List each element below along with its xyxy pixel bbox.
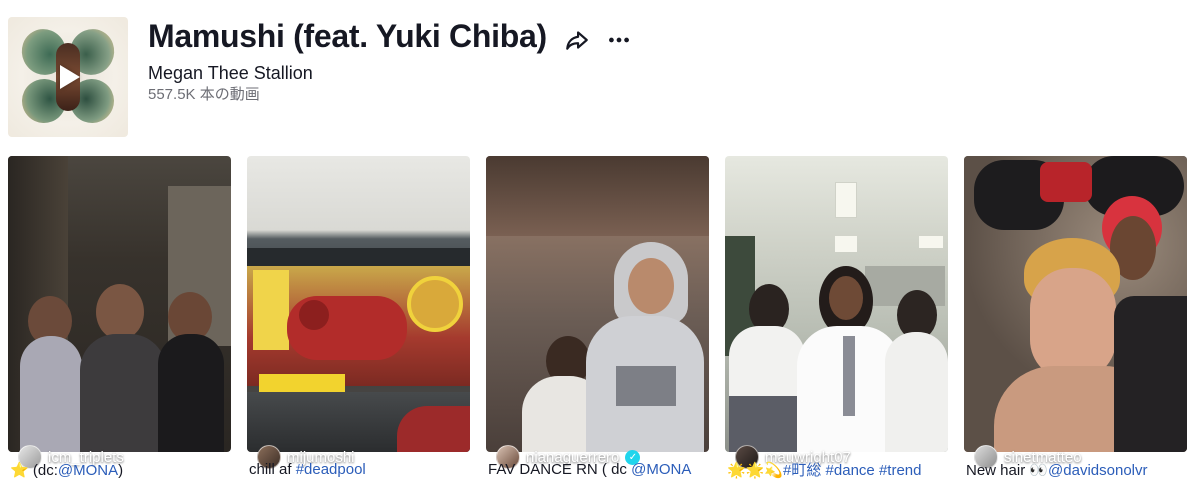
video-card[interactable]: sinetmatteo New hair 👀@davidsonolvr — [964, 156, 1187, 481]
video-grid: icm_triplets ⭐ (dc:@MONA) mijumoshi chil… — [8, 156, 1192, 486]
video-count: 557.5K 本の動画 — [148, 86, 260, 103]
star-emoji: ⭐ — [10, 461, 29, 479]
music-header: Mamushi (feat. Yuki Chiba) Megan Thee St… — [8, 17, 1192, 137]
video-card[interactable]: nianaguerrero ✓ FAV DANCE RN ( dc @MONA — [486, 156, 709, 481]
sparkle-emoji: 🌟🌟💫 — [727, 461, 784, 479]
album-cover[interactable] — [8, 17, 128, 137]
song-title: Mamushi (feat. Yuki Chiba) — [148, 18, 547, 54]
more-icon[interactable] — [606, 27, 632, 53]
video-caption: New hair 👀@davidsonolvr — [966, 460, 1189, 481]
mention-link[interactable]: @davidsonolvr — [1048, 462, 1147, 479]
artist-name[interactable]: Megan Thee Stallion — [148, 62, 313, 84]
mention-link[interactable]: @MONA — [58, 462, 118, 479]
video-caption: FAV DANCE RN ( dc @MONA — [488, 460, 711, 480]
hashtag-link[interactable]: #trend — [879, 462, 922, 479]
video-card[interactable]: mijumoshi chill af #deadpool — [247, 156, 470, 481]
video-thumbnail[interactable] — [8, 156, 231, 452]
caption-text: FAV DANCE RN ( dc — [488, 461, 632, 478]
hashtag-link[interactable]: #dance — [826, 462, 875, 479]
video-thumbnail[interactable] — [247, 156, 470, 452]
eyes-emoji: 👀 — [1029, 461, 1049, 479]
video-card[interactable]: icm_triplets ⭐ (dc:@MONA) — [8, 156, 231, 481]
hashtag-link[interactable]: #deadpool — [296, 461, 366, 478]
video-caption: 🌟🌟💫#町総 #dance #trend — [727, 460, 950, 481]
video-caption: chill af #deadpool — [249, 460, 472, 480]
video-card[interactable]: mauwright07 🌟🌟💫#町総 #dance #trend — [725, 156, 948, 481]
hashtag-link[interactable]: #町総 — [783, 462, 821, 479]
video-thumbnail[interactable] — [964, 156, 1187, 452]
caption-text: (dc: — [28, 462, 58, 479]
video-thumbnail[interactable] — [486, 156, 709, 452]
mention-link[interactable]: @MONA — [631, 461, 691, 478]
video-thumbnail[interactable] — [725, 156, 948, 452]
caption-text: ) — [118, 462, 124, 479]
caption-text: chill af — [249, 461, 296, 478]
video-caption: ⭐ (dc:@MONA) — [10, 460, 233, 481]
play-icon[interactable] — [60, 65, 80, 89]
caption-text: New hair — [966, 462, 1030, 479]
share-icon[interactable] — [564, 27, 590, 53]
